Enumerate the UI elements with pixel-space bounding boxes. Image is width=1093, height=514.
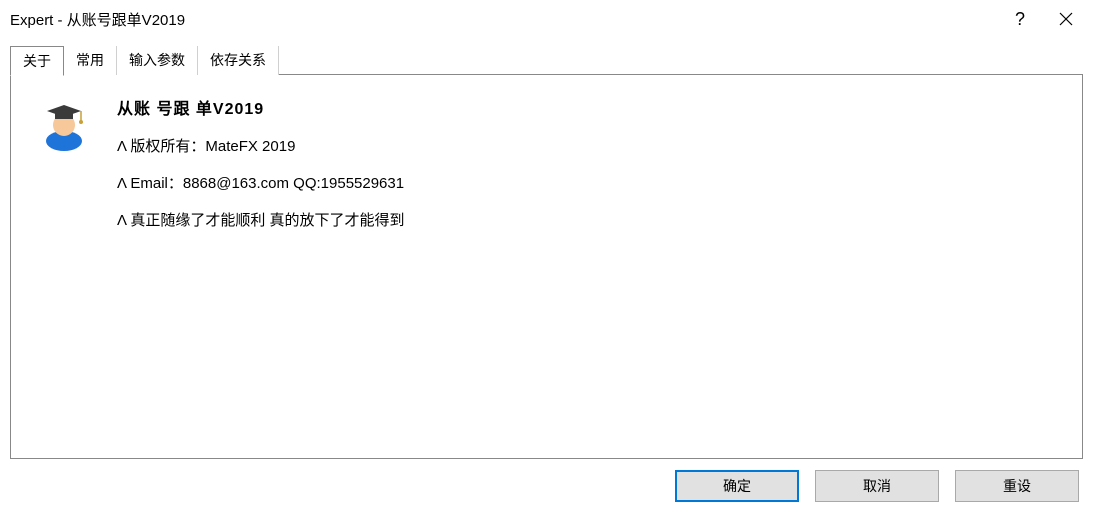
ok-button[interactable]: 确定 [675, 470, 799, 502]
dialog-buttons: 确定 取消 重设 [0, 460, 1093, 514]
tab-panel-about: 从账 号跟 单V2019 Λ 版权所有：MateFX 2019 Λ Email：… [10, 74, 1083, 459]
tab-label: 常用 [76, 52, 104, 68]
close-icon [1059, 12, 1073, 26]
about-contact: Λ Email：8868@163.com QQ:1955529631 [117, 172, 405, 193]
dialog-window: Expert - 从账号跟单V2019 ? 关于 常用 输入参数 [0, 0, 1093, 514]
tab-about[interactable]: 关于 [10, 46, 64, 76]
help-button[interactable]: ? [997, 3, 1043, 35]
help-icon: ? [1015, 9, 1025, 30]
tab-inputs[interactable]: 输入参数 [117, 46, 198, 75]
tab-dependencies[interactable]: 依存关系 [198, 46, 279, 75]
close-button[interactable] [1043, 3, 1089, 35]
tab-strip: 关于 常用 输入参数 依存关系 [10, 46, 1083, 75]
expert-avatar-icon [37, 97, 91, 151]
reset-button[interactable]: 重设 [955, 470, 1079, 502]
about-copyright: Λ 版权所有：MateFX 2019 [117, 135, 405, 156]
tab-label: 依存关系 [210, 52, 266, 68]
tab-label: 输入参数 [129, 52, 185, 68]
window-title: Expert - 从账号跟单V2019 [10, 9, 997, 30]
titlebar-controls: ? [997, 3, 1089, 35]
content-area: 关于 常用 输入参数 依存关系 [0, 38, 1093, 460]
about-title: 从账 号跟 单V2019 [117, 95, 405, 119]
tab-common[interactable]: 常用 [64, 46, 117, 75]
about-info: 从账 号跟 单V2019 Λ 版权所有：MateFX 2019 Λ Email：… [117, 93, 405, 440]
cancel-button[interactable]: 取消 [815, 470, 939, 502]
titlebar: Expert - 从账号跟单V2019 ? [0, 0, 1093, 38]
tab-label: 关于 [23, 53, 51, 69]
about-motto: Λ 真正随缘了才能顺利 真的放下了才能得到 [117, 209, 405, 230]
